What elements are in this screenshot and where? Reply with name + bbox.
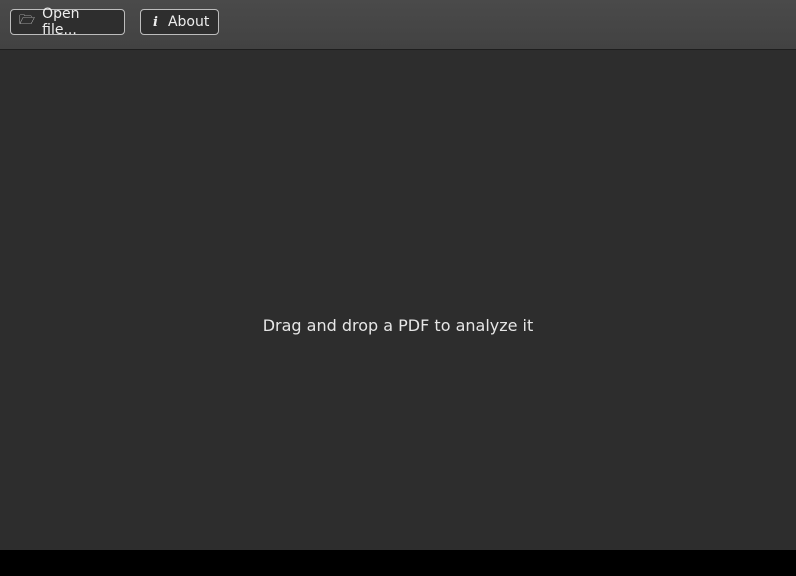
about-button[interactable]: i About (140, 9, 219, 35)
open-file-button[interactable]: 🗁 Open file... (10, 6, 125, 38)
folder-open-icon: 🗁 (19, 13, 36, 28)
open-file-label: Open file... (42, 6, 80, 38)
about-label: About (167, 14, 210, 30)
drop-zone[interactable]: Drag and drop a PDF to analyze it (0, 50, 796, 550)
info-icon: i (153, 14, 158, 30)
toolbar: 🗁 Open file... i About (0, 0, 796, 50)
drop-message: Drag and drop a PDF to analyze it (262, 315, 534, 335)
